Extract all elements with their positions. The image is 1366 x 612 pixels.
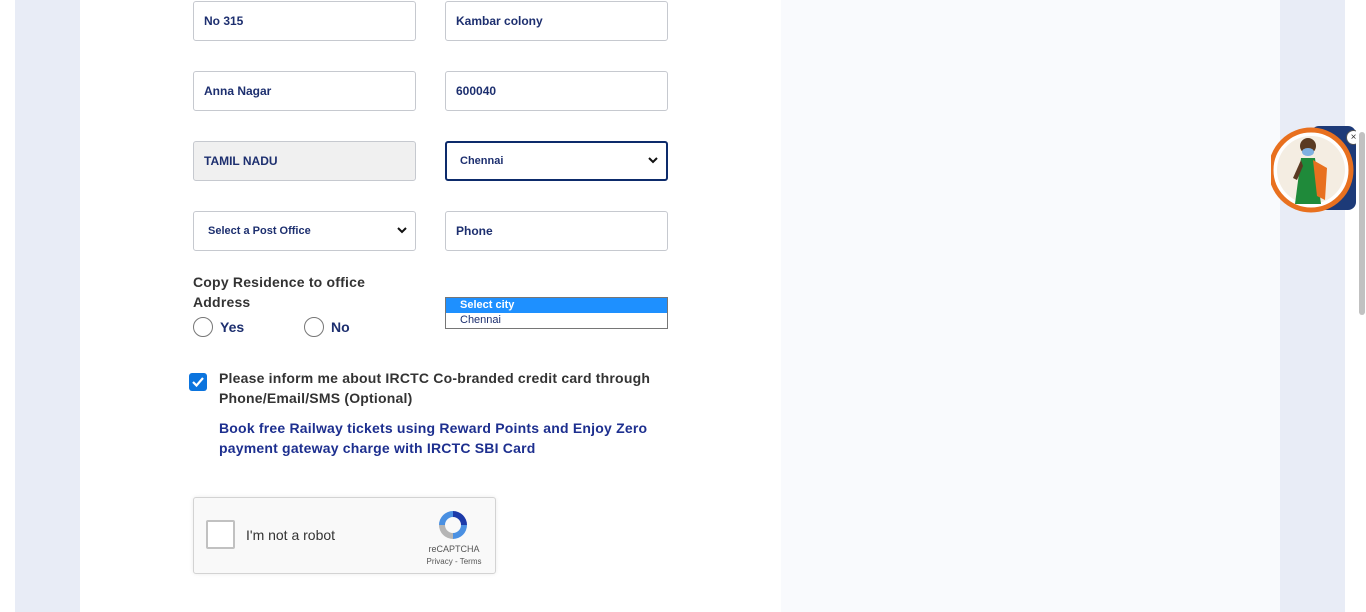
promo-text: Book free Railway tickets using Reward P… [219,420,648,456]
state-field: TAMIL NADU [193,141,416,181]
post-office-select-value: Select a Post Office [208,225,311,237]
recaptcha-separator: - [454,557,458,566]
city-option-chennai[interactable]: Chennai [446,313,667,328]
chevron-down-icon [397,212,407,250]
right-side-panel [781,0,1280,612]
recaptcha-privacy-link[interactable]: Privacy [427,557,453,566]
assistant-avatar-icon [1268,126,1356,213]
area-locality-field[interactable]: Anna Nagar [193,71,416,111]
city-select[interactable]: Chennai [445,141,668,181]
consent-text: Please inform me about IRCTC Co-branded … [219,370,651,406]
recaptcha-checkbox[interactable] [206,520,235,549]
checkmark-icon [192,377,204,388]
street-lane-field[interactable]: Kambar colony [445,1,668,41]
scrollbar-thumb[interactable] [1359,132,1365,315]
recaptcha-brand: reCAPTCHA [428,544,480,554]
copy-residence-label: Copy Residence to office Address [193,274,366,310]
flat-door-field[interactable]: No 315 [193,1,416,41]
recaptcha-links: Privacy - Terms [416,557,492,566]
right-side-strip [1280,0,1345,612]
post-office-select[interactable]: Select a Post Office [193,211,416,251]
recaptcha-logo-icon [436,508,470,547]
recaptcha-terms-link[interactable]: Terms [460,557,482,566]
chevron-down-icon [648,143,658,179]
city-option-select-city[interactable]: Select city [446,298,667,313]
recaptcha-widget: I'm not a robot reCAPTCHA Privacy - Term… [193,497,496,574]
left-side-strip [15,0,80,612]
copy-no-label[interactable]: No [331,319,350,335]
credit-card-consent-checkbox[interactable] [189,373,207,391]
phone-field[interactable]: Phone [445,211,668,251]
pincode-field[interactable]: 600040 [445,71,668,111]
virtual-assistant-button[interactable] [1268,126,1356,214]
city-select-value: Chennai [460,155,504,167]
copy-no-radio[interactable] [304,317,324,337]
recaptcha-label: I'm not a robot [246,527,336,543]
copy-yes-label[interactable]: Yes [220,319,244,335]
city-dropdown-list[interactable]: Select city Chennai [445,297,668,329]
copy-yes-radio[interactable] [193,317,213,337]
